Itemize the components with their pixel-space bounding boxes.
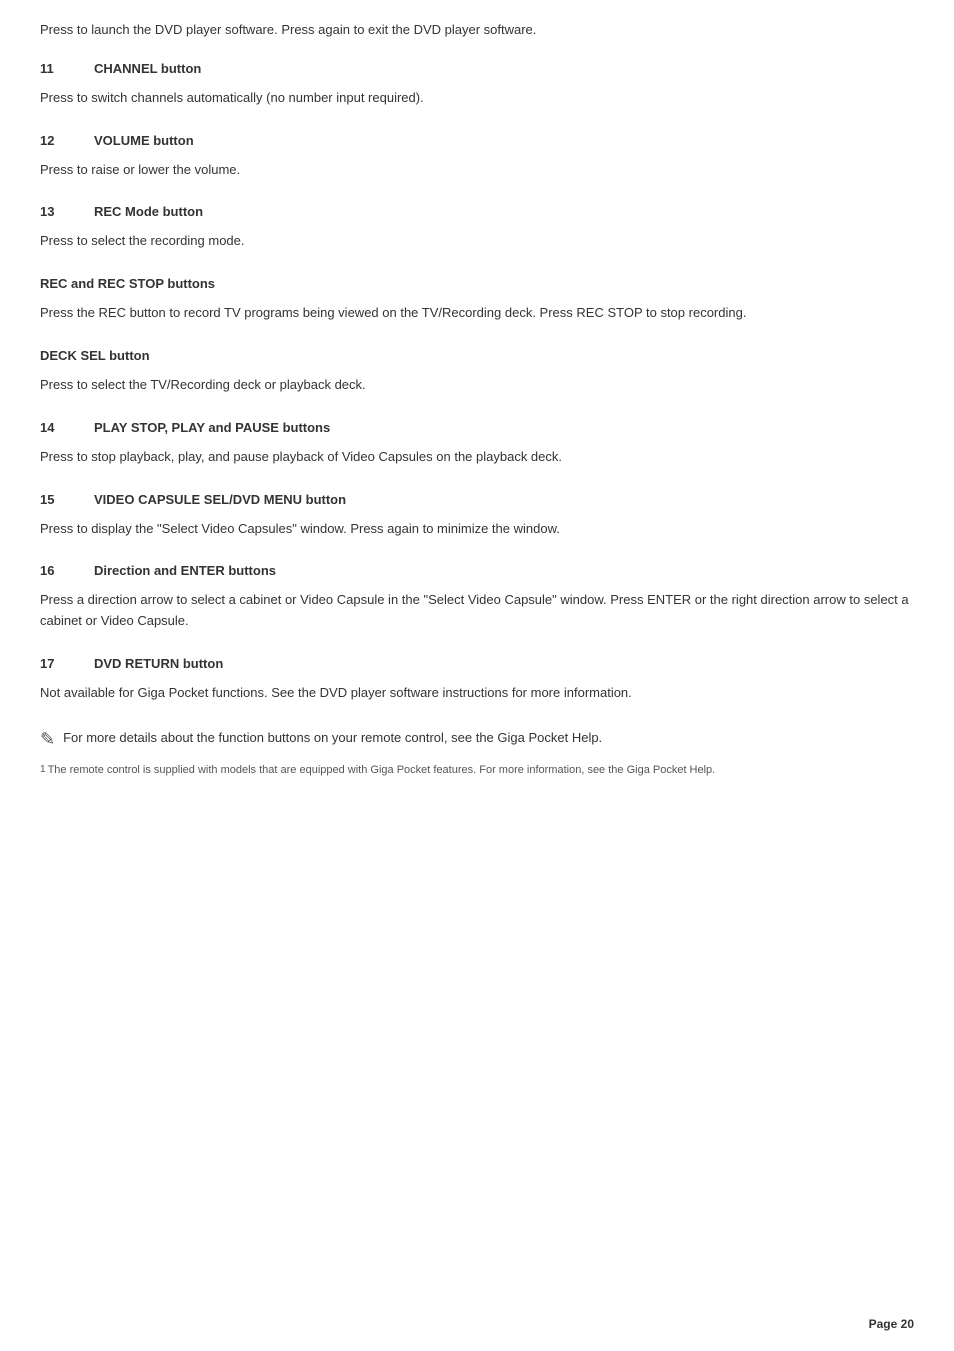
section-title: REC and REC STOP buttons bbox=[40, 276, 215, 291]
section-14: 14 PLAY STOP, PLAY and PAUSE buttons Press… bbox=[40, 420, 914, 468]
section-15: 15 VIDEO CAPSULE SEL/DVD MENU button Press… bbox=[40, 492, 914, 540]
intro-text: Press to launch the DVD player software.… bbox=[40, 20, 914, 41]
section-deck-sel-button: DECK SEL button Press to select the TV/Re… bbox=[40, 348, 914, 396]
section-title: DECK SEL button bbox=[40, 348, 150, 363]
section-title: VIDEO CAPSULE SEL/DVD MENU button bbox=[94, 492, 346, 507]
note-block: ✎ For more details about the function bu… bbox=[40, 728, 914, 750]
section-heading: 11 CHANNEL button bbox=[40, 61, 914, 76]
section-heading: 15 VIDEO CAPSULE SEL/DVD MENU button bbox=[40, 492, 914, 507]
section-number: 17 bbox=[40, 656, 70, 671]
section-17: 17 DVD RETURN button Not available for Gig… bbox=[40, 656, 914, 704]
section-description: Press to switch channels automatically (… bbox=[40, 88, 914, 109]
section-16: 16 Direction and ENTER buttons Press a dir… bbox=[40, 563, 914, 632]
section-heading: DECK SEL button bbox=[40, 348, 914, 363]
section-heading: 14 PLAY STOP, PLAY and PAUSE buttons bbox=[40, 420, 914, 435]
footnote-text: The remote control is supplied with mode… bbox=[48, 762, 716, 779]
section-title: CHANNEL button bbox=[94, 61, 201, 76]
section-description: Not available for Giga Pocket functions.… bbox=[40, 683, 914, 704]
section-description: Press to select the recording mode. bbox=[40, 231, 914, 252]
note-text: For more details about the function butt… bbox=[63, 728, 602, 749]
footnote-marker: 1 bbox=[40, 762, 46, 777]
section-number: 11 bbox=[40, 61, 70, 76]
section-title: Direction and ENTER buttons bbox=[94, 563, 276, 578]
section-title: DVD RETURN button bbox=[94, 656, 223, 671]
section-13: 13 REC Mode button Press to select the rec… bbox=[40, 204, 914, 252]
section-heading: 13 REC Mode button bbox=[40, 204, 914, 219]
section-heading: REC and REC STOP buttons bbox=[40, 276, 914, 291]
section-description: Press to display the "Select Video Capsu… bbox=[40, 519, 914, 540]
note-icon: ✎ bbox=[40, 729, 55, 750]
section-description: Press to select the TV/Recording deck or… bbox=[40, 375, 914, 396]
section-number: 14 bbox=[40, 420, 70, 435]
section-number: 13 bbox=[40, 204, 70, 219]
section-number: 12 bbox=[40, 133, 70, 148]
section-description: Press to stop playback, play, and pause … bbox=[40, 447, 914, 468]
section-heading: 12 VOLUME button bbox=[40, 133, 914, 148]
section-11: 11 CHANNEL button Press to switch channels… bbox=[40, 61, 914, 109]
section-description: Press the REC button to record TV progra… bbox=[40, 303, 914, 324]
section-heading: 16 Direction and ENTER buttons bbox=[40, 563, 914, 578]
section-heading: 17 DVD RETURN button bbox=[40, 656, 914, 671]
section-number: 15 bbox=[40, 492, 70, 507]
section-rec-and-rec-stop-buttons: REC and REC STOP buttons Press the REC bu… bbox=[40, 276, 914, 324]
footnote: 1 The remote control is supplied with mo… bbox=[40, 762, 914, 779]
section-description: Press to raise or lower the volume. bbox=[40, 160, 914, 181]
section-title: REC Mode button bbox=[94, 204, 203, 219]
section-title: PLAY STOP, PLAY and PAUSE buttons bbox=[94, 420, 330, 435]
section-12: 12 VOLUME button Press to raise or lower t… bbox=[40, 133, 914, 181]
section-number: 16 bbox=[40, 563, 70, 578]
section-title: VOLUME button bbox=[94, 133, 194, 148]
section-description: Press a direction arrow to select a cabi… bbox=[40, 590, 914, 632]
page-number: Page 20 bbox=[869, 1317, 914, 1331]
